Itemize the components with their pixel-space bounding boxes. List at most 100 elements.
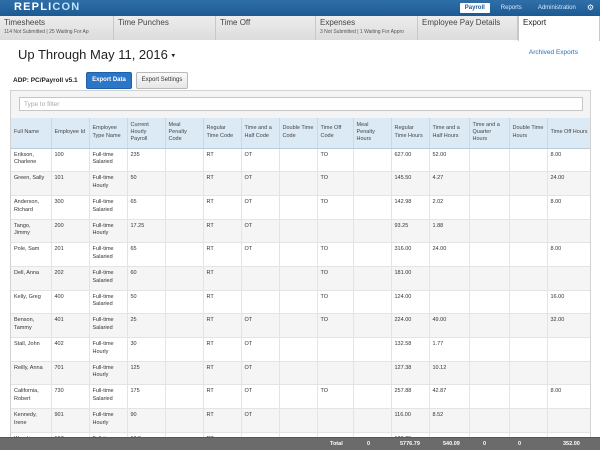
column-header[interactable]: Employee Id xyxy=(51,118,90,149)
column-header[interactable]: Time and a Half Hours xyxy=(429,118,470,149)
export-settings-button[interactable]: Export Settings xyxy=(136,72,188,89)
table-cell xyxy=(279,361,318,386)
table-row[interactable]: Pole, Sam 201 Full-time Salaried 65 RT OT TO 31… xyxy=(11,242,590,267)
table-cell: Kelly, Greg xyxy=(11,290,52,315)
column-header[interactable]: Employee Type Name xyxy=(89,118,128,149)
table-cell: RT xyxy=(203,195,242,220)
tab-export[interactable]: Export xyxy=(518,16,600,41)
table-row[interactable]: Stall, John 402 Full-time Hourly 30 RT OT 132.… xyxy=(11,337,590,362)
table-cell: 24.00 xyxy=(547,171,590,196)
archived-exports-link[interactable]: Archived Exports xyxy=(529,49,578,56)
table-cell xyxy=(509,361,548,386)
table-cell xyxy=(165,148,204,173)
table-cell xyxy=(241,290,280,315)
table-cell: Full-time Salaried xyxy=(89,384,128,410)
table-cell xyxy=(279,384,318,410)
table-cell xyxy=(469,384,510,410)
table-cell: TO xyxy=(317,195,354,220)
section-tabs: Timesheets 114 Not Submitted | 25 Waitin… xyxy=(0,16,600,41)
table-cell xyxy=(509,219,548,244)
gear-icon[interactable]: ⚙ xyxy=(587,4,594,12)
table-cell: 401 xyxy=(51,313,90,338)
table-cell: 52.00 xyxy=(429,148,470,173)
table-row[interactable]: Kelly, Greg 400 Full-time Salaried 50 RT TO 12… xyxy=(11,290,590,315)
column-header[interactable]: Time and a Quarter Hours xyxy=(469,118,510,149)
column-header[interactable]: Time Off Code xyxy=(317,118,354,149)
table-cell: 25 xyxy=(127,313,166,338)
table-cell: TO xyxy=(317,384,354,410)
column-header[interactable]: Meal Penalty Hours xyxy=(353,118,392,149)
table-cell xyxy=(165,242,204,267)
table-cell: Green, Sally xyxy=(11,171,52,196)
table-cell xyxy=(279,266,318,291)
tab-employee-pay-details[interactable]: Employee Pay Details xyxy=(418,16,518,40)
table-row[interactable]: Anderson, Richard 300 Full-time Salaried 65… xyxy=(11,195,590,220)
table-row[interactable]: California, Robert 730 Full-time Salaried 1… xyxy=(11,384,590,410)
table-cell: OT xyxy=(241,148,280,173)
table-cell xyxy=(353,313,392,338)
table-cell: 125 xyxy=(127,361,166,386)
table-cell: Stall, John xyxy=(11,337,52,362)
table-cell: 8.52 xyxy=(429,408,470,433)
table-cell xyxy=(165,361,204,386)
table-cell: 4.27 xyxy=(429,171,470,196)
table-cell: OT xyxy=(241,361,280,386)
nav-reports[interactable]: Reports xyxy=(496,3,527,13)
table-row[interactable]: Green, Sally 101 Full-time Hourly 50 RT OT TO 1… xyxy=(11,171,590,196)
column-header[interactable]: Regular Time Hours xyxy=(391,118,430,149)
table-cell: TO xyxy=(317,148,354,173)
tab-time-punches[interactable]: Time Punches xyxy=(114,16,216,40)
table-row[interactable]: Kennedy, Irene 901 Full-time Hourly 90 RT OT 1… xyxy=(11,408,590,433)
export-table: Full Name Employee Id Employee Type Name Cu… xyxy=(11,118,590,449)
table-row[interactable]: Tango, Jimmy 200 Full-time Hourly 17.25 RT OT… xyxy=(11,219,590,244)
column-header[interactable]: Current Hourly Payroll xyxy=(127,118,166,149)
table-row[interactable]: Erikson, Charlene 100 Full-time Salaried 23… xyxy=(11,148,590,173)
column-header[interactable]: Double Time Code xyxy=(279,118,318,149)
nav-administration[interactable]: Administration xyxy=(533,3,581,13)
replicon-logo[interactable]: REPLICON xyxy=(14,1,80,13)
tab-time-off[interactable]: Time Off xyxy=(216,16,316,40)
table-cell xyxy=(469,290,510,315)
tab-time-off-label: Time Off xyxy=(220,18,251,27)
column-header[interactable]: Time and a Half Code xyxy=(241,118,280,149)
top-nav: Payroll Reports Administration ⚙ xyxy=(459,2,594,14)
column-header[interactable]: Meal Penalty Code xyxy=(165,118,204,149)
table-cell: 402 xyxy=(51,337,90,362)
table-cell: Full-time Salaried xyxy=(89,313,128,338)
table-cell: OT xyxy=(241,313,280,338)
chevron-down-icon[interactable]: ▾ xyxy=(171,53,175,60)
tab-expenses[interactable]: Expenses 3 Not Submitted | 1 Waiting For… xyxy=(316,16,418,40)
table-cell xyxy=(279,148,318,173)
table-cell xyxy=(469,195,510,220)
export-data-button[interactable]: Export Data xyxy=(86,72,132,89)
export-table-scroll[interactable]: Full Name Employee Id Employee Type Name Cu… xyxy=(11,118,590,449)
table-cell xyxy=(509,148,548,173)
table-cell: Full-time Hourly xyxy=(89,361,128,386)
table-cell: 400 xyxy=(51,290,90,315)
table-cell: Full-time Hourly xyxy=(89,171,128,196)
table-cell xyxy=(353,337,392,362)
filter-input[interactable] xyxy=(19,97,583,111)
page-title[interactable]: Up Through May 11, 2016 ▾ xyxy=(18,47,175,62)
table-body: Erikson, Charlene 100 Full-time Salaried 23… xyxy=(11,148,590,449)
column-header[interactable]: Double Time Hours xyxy=(509,118,548,149)
column-header[interactable]: Time Off Hours xyxy=(547,118,590,149)
table-row[interactable]: Dell, Anna 202 Full-time Salaried 60 RT TO 181… xyxy=(11,266,590,291)
table-cell: 49.00 xyxy=(429,313,470,338)
table-cell xyxy=(279,195,318,220)
nav-payroll[interactable]: Payroll xyxy=(459,3,490,13)
table-cell: 100 xyxy=(51,148,90,173)
totals-label: Total xyxy=(330,441,343,447)
table-cell: 116.00 xyxy=(391,408,430,433)
table-cell: 24.00 xyxy=(429,242,470,267)
column-header[interactable]: Full Name xyxy=(11,118,52,149)
table-cell: 30 xyxy=(127,337,166,362)
table-row[interactable]: Reilly, Anna 701 Full-time Hourly 125 RT OT 12… xyxy=(11,361,590,386)
tab-timesheets[interactable]: Timesheets 114 Not Submitted | 25 Waitin… xyxy=(0,16,114,40)
table-cell: Full-time Salaried xyxy=(89,266,128,291)
table-cell: 235 xyxy=(127,148,166,173)
table-row[interactable]: Benson, Tammy 401 Full-time Salaried 25 RT OT… xyxy=(11,313,590,338)
column-header[interactable]: Regular Time Code xyxy=(203,118,242,149)
table-cell: 132.58 xyxy=(391,337,430,362)
table-cell xyxy=(509,290,548,315)
